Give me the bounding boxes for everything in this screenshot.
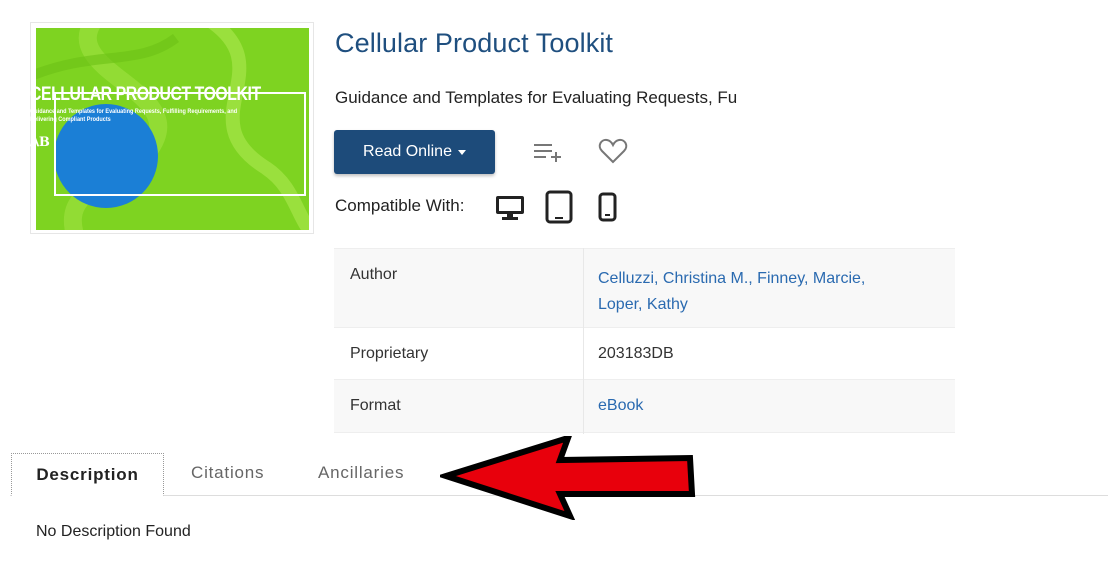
author-list: Celluzzi, Christina M., Finney, Marcie, … <box>598 270 866 313</box>
cover-title: CELLULAR PRODUCT TOOLKIT <box>30 84 261 105</box>
author-link[interactable]: Celluzzi, Christina M. <box>598 270 748 287</box>
details-row-author: Author Celluzzi, Christina M., Finney, M… <box>334 248 955 327</box>
author-link[interactable]: Finney, Marcie <box>757 270 861 287</box>
cover-subtitle: Guidance and Templates for Evaluating Re… <box>30 108 238 123</box>
caret-down-icon <box>457 149 466 155</box>
favorite-button[interactable] <box>598 137 628 170</box>
read-online-button[interactable]: Read Online <box>334 130 495 174</box>
phone-icon <box>598 192 617 222</box>
details-row-format: Format eBook <box>334 379 955 433</box>
tab-description[interactable]: Description <box>11 453 164 496</box>
read-online-label: Read Online <box>363 143 452 160</box>
product-subtitle: Guidance and Templates for Evaluating Re… <box>335 88 738 107</box>
heart-icon <box>598 138 628 164</box>
compatible-with-label: Compatible With: <box>335 196 465 215</box>
product-title: Cellular Product Toolkit <box>335 28 614 58</box>
add-to-list-button[interactable] <box>532 140 562 169</box>
annotation-arrow-icon <box>440 436 696 520</box>
tab-ancillaries[interactable]: Ancillaries <box>318 463 404 483</box>
author-link[interactable]: Loper, Kathy <box>598 296 688 313</box>
publisher-logo: ꓥB <box>30 135 50 150</box>
playlist-add-icon <box>534 144 561 162</box>
proprietary-label: Proprietary <box>350 345 429 362</box>
tablet-icon <box>545 190 573 224</box>
format-label: Format <box>350 397 401 414</box>
author-label: Author <box>350 266 398 283</box>
desktop-icon <box>496 196 524 220</box>
description-text: No Description Found <box>36 523 191 540</box>
details-row-proprietary: Proprietary 203183DB <box>334 327 955 379</box>
table-divider <box>583 248 584 434</box>
format-link[interactable]: eBook <box>598 397 643 415</box>
tab-citations[interactable]: Citations <box>191 463 264 483</box>
proprietary-value: 203183DB <box>598 345 674 362</box>
book-cover[interactable] <box>36 28 309 230</box>
